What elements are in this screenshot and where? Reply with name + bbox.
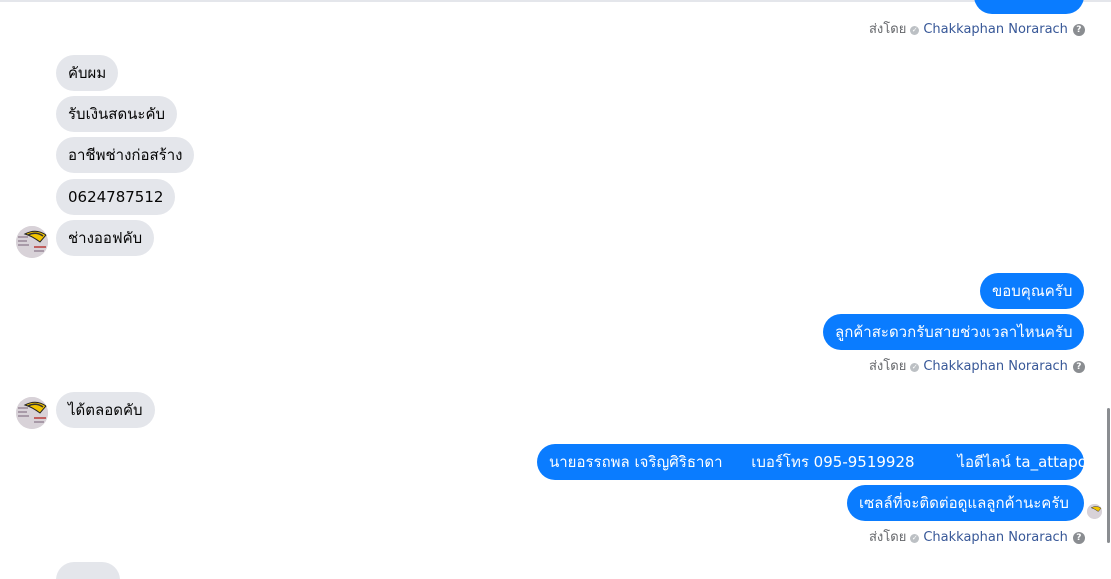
- help-circle-icon[interactable]: ?: [1072, 361, 1085, 373]
- check-circle-icon: ✓: [910, 534, 920, 543]
- incoming-message[interactable]: คับผม: [56, 55, 119, 91]
- sent-by-line: ส่งโดย ✓ Chakkaphan Norarach?: [869, 530, 1085, 546]
- sender-name-link[interactable]: Chakkaphan Norarach: [923, 359, 1068, 374]
- outgoing-message[interactable]: ลูกค้าสะดวกรับสายช่วงเวลาไหนครับ: [823, 314, 1084, 350]
- messenger-conversation: ส่งโดย ✓ Chakkaphan Norarach? คับผม รับเงิ…: [0, 0, 1111, 579]
- incoming-message[interactable]: รับเงินสดนะคับ: [56, 96, 178, 132]
- check-circle-icon: ✓: [910, 26, 920, 35]
- top-divider: [0, 0, 1111, 2]
- contact-avatar[interactable]: [16, 397, 48, 429]
- incoming-message[interactable]: อาชีพช่างก่อสร้าง: [56, 137, 195, 173]
- sent-by-line: ส่งโดย ✓ Chakkaphan Norarach?: [869, 22, 1085, 38]
- outgoing-message[interactable]: เซลล์ที่จะติดต่อดูแลลูกค้านะครับ: [847, 485, 1084, 521]
- sent-by-line: ส่งโดย ✓ Chakkaphan Norarach?: [869, 359, 1085, 375]
- check-circle-icon: ✓: [910, 363, 920, 372]
- sender-name-link[interactable]: Chakkaphan Norarach: [923, 530, 1068, 545]
- help-circle-icon[interactable]: ?: [1072, 532, 1085, 544]
- sent-by-prefix: ส่งโดย: [869, 530, 907, 545]
- outgoing-message[interactable]: นายอรรถพล เจริญศิริธาดา เบอร์โทร 095-951…: [537, 444, 1104, 480]
- outgoing-message[interactable]: ขอบคุณครับ: [980, 273, 1084, 309]
- incoming-message[interactable]: ได้ตลอดคับ: [56, 392, 155, 428]
- sent-by-prefix: ส่งโดย: [869, 359, 907, 374]
- incoming-message[interactable]: ช่างออฟคับ: [56, 220, 155, 256]
- help-circle-icon[interactable]: ?: [1072, 24, 1085, 36]
- sent-by-prefix: ส่งโดย: [869, 22, 907, 37]
- incoming-message-partial[interactable]: [56, 562, 120, 579]
- incoming-message[interactable]: 0624787512: [56, 179, 176, 215]
- outgoing-message-partial[interactable]: [974, 0, 1084, 14]
- sender-name-link[interactable]: Chakkaphan Norarach: [923, 22, 1068, 37]
- contact-avatar[interactable]: [16, 226, 48, 258]
- seen-receipt-avatar: [1087, 504, 1102, 519]
- scrollbar-thumb[interactable]: [1107, 408, 1110, 543]
